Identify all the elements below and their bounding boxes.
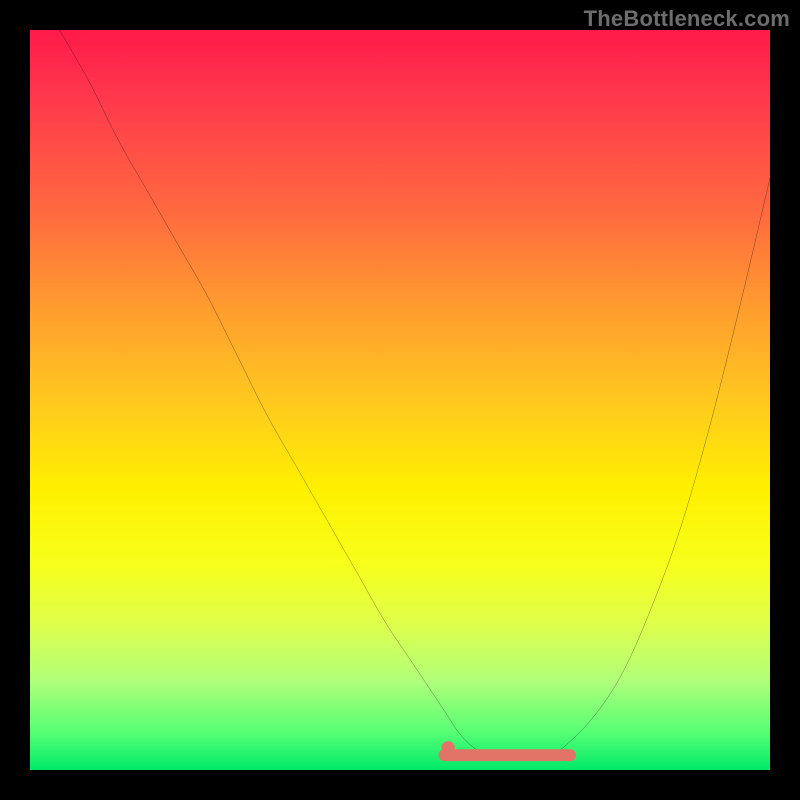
watermark-label: TheBottleneck.com: [584, 6, 790, 32]
plot-area: [30, 30, 770, 770]
bottleneck-curve: [60, 30, 770, 756]
chart-frame: TheBottleneck.com: [0, 0, 800, 800]
plot-svg: [30, 30, 770, 770]
endpoint-dot: [441, 741, 454, 754]
